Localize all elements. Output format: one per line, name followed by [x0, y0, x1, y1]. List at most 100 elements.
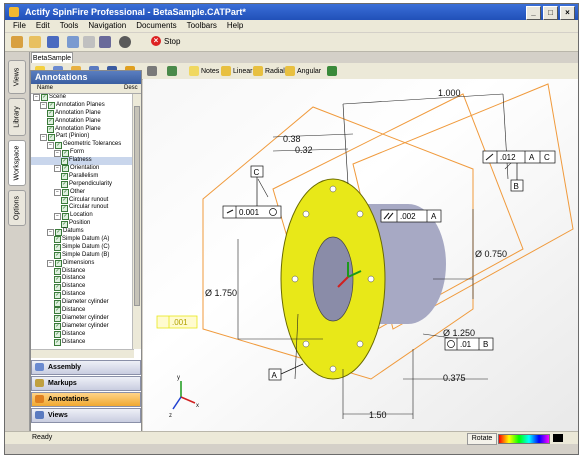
tree-item[interactable]: ✓ Distance: [31, 291, 134, 299]
tree-item[interactable]: ✓ Simple Datum (A): [31, 236, 134, 244]
tree-expander-icon[interactable]: −: [47, 228, 54, 236]
new-file-icon[interactable]: [11, 36, 23, 48]
tree-item[interactable]: ✓ Position: [31, 220, 134, 228]
tree-item[interactable]: ✓ Circular runout: [31, 204, 134, 212]
tree-expander-icon[interactable]: −: [54, 189, 61, 197]
angular-button[interactable]: Angular: [285, 66, 321, 76]
column-name[interactable]: Name: [37, 84, 53, 93]
visibility-checkbox[interactable]: ✓: [54, 315, 61, 323]
visibility-checkbox[interactable]: ✓: [54, 244, 61, 252]
menu-toolbars[interactable]: Toolbars: [187, 20, 217, 32]
visibility-checkbox[interactable]: ✓: [54, 252, 61, 260]
render-icon[interactable]: [99, 36, 111, 48]
tree-item[interactable]: − ✓ Other: [31, 189, 134, 197]
tree-item[interactable]: ✓ Diameter cylinder: [31, 299, 134, 307]
visibility-checkbox[interactable]: ✓: [54, 331, 61, 339]
visibility-checkbox[interactable]: ✓: [62, 189, 69, 197]
column-desc[interactable]: Desc: [124, 84, 138, 93]
tree-item[interactable]: − ✓ Dimensions: [31, 260, 134, 268]
save-icon[interactable]: [47, 36, 59, 48]
tree-expander-icon[interactable]: −: [54, 165, 61, 173]
tree-item[interactable]: ✓ Annotation Plane: [31, 110, 134, 118]
menu-help[interactable]: Help: [227, 20, 243, 32]
coordinate-icon[interactable]: [327, 66, 337, 76]
tab-options[interactable]: Options: [8, 190, 26, 226]
visibility-checkbox[interactable]: ✓: [61, 197, 68, 205]
tree-expander-icon[interactable]: −: [54, 212, 61, 220]
open-folder-icon[interactable]: [29, 36, 41, 48]
tree-item[interactable]: − ✓ Part (Pinion): [31, 133, 134, 141]
tree-item[interactable]: ✓ Flatness: [31, 157, 134, 166]
menu-documents[interactable]: Documents: [136, 20, 176, 32]
zoom-icon[interactable]: [83, 36, 95, 48]
visibility-checkbox[interactable]: ✓: [61, 204, 68, 212]
visibility-checkbox[interactable]: ✓: [61, 220, 68, 228]
menu-edit[interactable]: Edit: [36, 20, 50, 32]
visibility-checkbox[interactable]: ✓: [54, 268, 61, 276]
tree-item[interactable]: ✓ Diameter cylinder: [31, 315, 134, 323]
tree-item[interactable]: − ✓ Datums: [31, 228, 134, 236]
visibility-checkbox[interactable]: ✓: [61, 157, 68, 165]
tab-views[interactable]: Views: [8, 60, 26, 94]
tree-item[interactable]: ✓ Circular runout: [31, 197, 134, 205]
visibility-checkbox[interactable]: ✓: [54, 307, 61, 315]
stop-button[interactable]: × Stop: [151, 36, 180, 46]
settings-icon[interactable]: [119, 36, 131, 48]
visibility-checkbox[interactable]: ✓: [61, 173, 68, 181]
visibility-checkbox[interactable]: ✓: [54, 339, 61, 347]
visibility-checkbox[interactable]: ✓: [47, 118, 54, 126]
visibility-checkbox[interactable]: ✓: [54, 283, 61, 291]
radial-button[interactable]: Radial: [253, 66, 285, 76]
visibility-checkbox[interactable]: ✓: [48, 133, 55, 141]
nav-button-markups[interactable]: Markups: [31, 376, 141, 391]
visibility-checkbox[interactable]: ✓: [55, 260, 62, 268]
visibility-checkbox[interactable]: ✓: [54, 291, 61, 299]
menu-navigation[interactable]: Navigation: [88, 20, 126, 32]
color-palette[interactable]: [498, 434, 550, 444]
tree-expander-icon[interactable]: −: [33, 94, 40, 102]
tree-item[interactable]: ✓ Perpendicularity: [31, 181, 134, 189]
tree-item[interactable]: ✓ Distance: [31, 307, 134, 315]
menu-tools[interactable]: Tools: [60, 20, 79, 32]
visibility-checkbox[interactable]: ✓: [54, 275, 61, 283]
maximize-button[interactable]: □: [543, 6, 558, 20]
tree-item[interactable]: ✓ Annotation Plane: [31, 126, 134, 134]
tree-item[interactable]: − ✓ Geometric Tolerances: [31, 141, 134, 149]
tree-item[interactable]: ✓ Distance: [31, 275, 134, 283]
tree-expander-icon[interactable]: −: [47, 260, 54, 268]
tree-expander-icon[interactable]: −: [54, 149, 61, 157]
tree-item[interactable]: ✓ Diameter cylinder: [31, 323, 134, 331]
notes-button[interactable]: Notes: [189, 66, 219, 76]
tab-library[interactable]: Library: [8, 98, 26, 136]
visibility-checkbox[interactable]: ✓: [54, 323, 61, 331]
tree-item[interactable]: − ✓ Form: [31, 149, 134, 157]
visibility-checkbox[interactable]: ✓: [61, 181, 68, 189]
tree-item[interactable]: − ✓ Location: [31, 212, 134, 220]
tree-item[interactable]: ✓ Distance: [31, 331, 134, 339]
close-button[interactable]: ×: [560, 6, 575, 20]
tree-horizontal-scrollbar[interactable]: [31, 349, 134, 358]
tree-vertical-scrollbar[interactable]: [132, 94, 141, 349]
visibility-checkbox[interactable]: ✓: [41, 94, 48, 102]
visibility-checkbox[interactable]: ✓: [54, 236, 61, 244]
tree-item[interactable]: − ✓ Annotation Planes: [31, 102, 134, 110]
visibility-checkbox[interactable]: ✓: [54, 299, 61, 307]
nav-button-annotations[interactable]: Annotations: [31, 392, 141, 407]
menu-file[interactable]: File: [13, 20, 26, 32]
tab-workspace[interactable]: Workspace: [8, 140, 26, 186]
minimize-button[interactable]: _: [526, 6, 541, 20]
visibility-checkbox[interactable]: ✓: [55, 141, 62, 149]
3d-viewport[interactable]: 1.000 0.38 0.32 Ø 0.750 Ø 1.750 Ø 1.250 …: [143, 79, 578, 431]
visibility-checkbox[interactable]: ✓: [62, 165, 69, 173]
visibility-checkbox[interactable]: ✓: [47, 126, 54, 133]
linear-button[interactable]: Linear: [221, 66, 252, 76]
tree-item[interactable]: ✓ Simple Datum (B): [31, 252, 134, 260]
resize-grip[interactable]: [553, 434, 563, 442]
visibility-checkbox[interactable]: ✓: [62, 149, 69, 157]
visibility-checkbox[interactable]: ✓: [62, 212, 69, 220]
visibility-checkbox[interactable]: ✓: [47, 110, 54, 118]
visibility-checkbox[interactable]: ✓: [55, 228, 62, 236]
tree-item[interactable]: ✓ Simple Datum (C): [31, 244, 134, 252]
tree-expander-icon[interactable]: −: [40, 102, 47, 110]
tree-item[interactable]: − ✓ Orientation: [31, 165, 134, 173]
